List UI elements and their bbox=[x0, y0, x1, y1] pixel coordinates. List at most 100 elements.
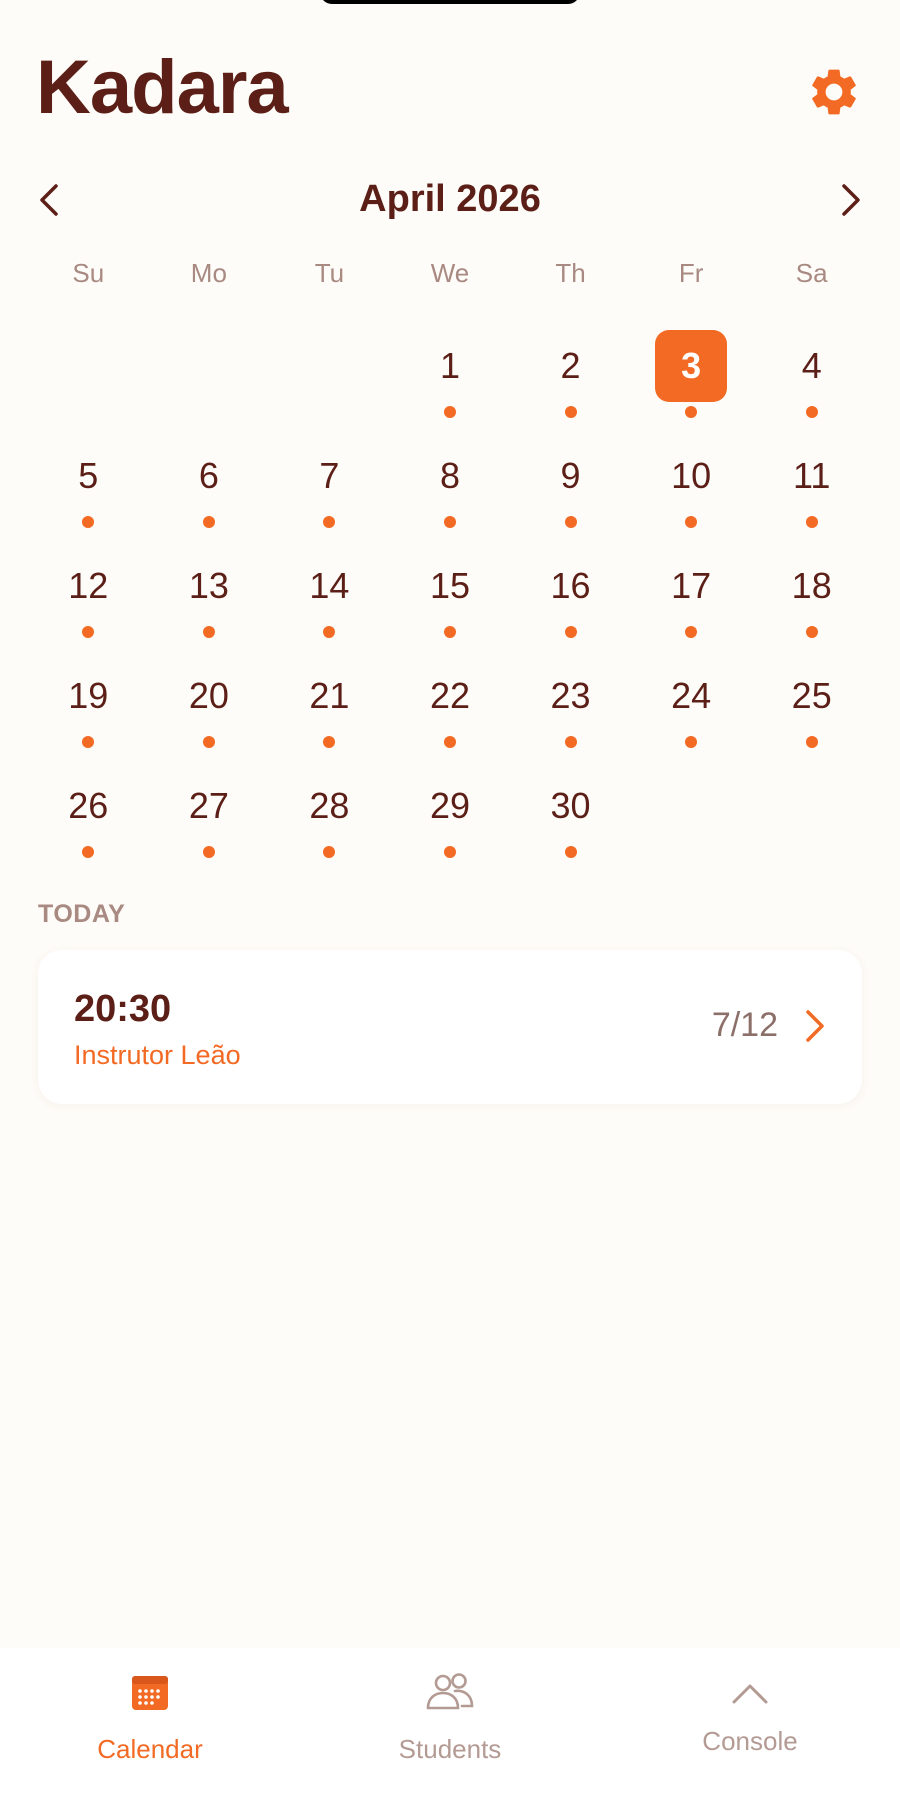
tab-label: Students bbox=[398, 1734, 502, 1764]
day-cell[interactable]: 14 bbox=[269, 540, 390, 650]
day-number: 16 bbox=[550, 565, 591, 606]
event-indicator-dot bbox=[685, 516, 698, 528]
day-cell[interactable]: 20 bbox=[149, 650, 270, 760]
weekday-label: We bbox=[430, 258, 470, 288]
day-number: 4 bbox=[801, 345, 822, 386]
empty-day-cell bbox=[149, 320, 270, 430]
event-indicator-dot bbox=[323, 846, 336, 858]
event-indicator-dot bbox=[323, 516, 336, 528]
day-cell[interactable]: 18 bbox=[751, 540, 872, 650]
tab-calendar[interactable]: Calendar bbox=[0, 1648, 300, 1798]
day-cell[interactable]: 8 bbox=[390, 430, 511, 540]
chevron-right-icon bbox=[806, 1010, 824, 1042]
event-indicator-dot bbox=[323, 626, 336, 638]
day-number: 10 bbox=[671, 455, 712, 496]
day-number: 13 bbox=[188, 565, 229, 606]
day-number: 17 bbox=[671, 565, 712, 606]
event-indicator-dot bbox=[443, 406, 456, 418]
event-indicator-dot bbox=[82, 846, 95, 858]
event-indicator-dot bbox=[202, 736, 215, 748]
event-indicator-dot bbox=[82, 736, 95, 748]
class-card[interactable]: 20:30 Instrutor Leão 7/12 bbox=[38, 950, 862, 1104]
day-cell[interactable]: 12 bbox=[28, 540, 149, 650]
day-number: 27 bbox=[188, 785, 229, 826]
day-cell[interactable]: 11 bbox=[751, 430, 872, 540]
day-number: 24 bbox=[671, 675, 712, 716]
weekday-label: Sa bbox=[795, 258, 828, 288]
event-indicator-dot bbox=[443, 846, 456, 858]
day-number: 5 bbox=[78, 455, 99, 496]
settings-button[interactable] bbox=[806, 64, 862, 120]
event-indicator-dot bbox=[564, 626, 577, 638]
weekday-label: Fr bbox=[678, 258, 704, 288]
day-number: 29 bbox=[429, 785, 470, 826]
day-cell[interactable]: 27 bbox=[149, 760, 270, 870]
day-number: 11 bbox=[793, 455, 831, 496]
event-indicator-dot bbox=[805, 516, 818, 528]
day-cell[interactable]: 2 bbox=[510, 320, 631, 430]
event-indicator-dot bbox=[685, 406, 698, 418]
class-time: 20:30 bbox=[74, 988, 172, 1030]
day-number: 23 bbox=[550, 675, 591, 716]
day-cell[interactable]: 15 bbox=[390, 540, 511, 650]
class-attendance-count: 7/12 bbox=[711, 1006, 778, 1044]
day-number: 22 bbox=[429, 675, 470, 716]
day-number: 8 bbox=[439, 455, 460, 496]
empty-day-cell bbox=[28, 320, 149, 430]
event-indicator-dot bbox=[323, 736, 336, 748]
day-cell[interactable]: 10 bbox=[631, 430, 752, 540]
day-cell[interactable]: 24 bbox=[631, 650, 752, 760]
day-number: 9 bbox=[560, 455, 581, 496]
today-section-label: TODAY bbox=[38, 900, 126, 928]
event-indicator-dot bbox=[805, 736, 818, 748]
day-number: 6 bbox=[198, 455, 219, 496]
event-indicator-dot bbox=[443, 626, 456, 638]
event-indicator-dot bbox=[202, 516, 215, 528]
event-indicator-dot bbox=[564, 846, 577, 858]
day-number: 3 bbox=[655, 330, 728, 402]
day-number: 28 bbox=[309, 785, 350, 826]
weekday-label: Th bbox=[555, 258, 586, 288]
day-number: 14 bbox=[309, 565, 350, 606]
event-indicator-dot bbox=[564, 406, 577, 418]
day-cell[interactable]: 26 bbox=[28, 760, 149, 870]
day-cell[interactable]: 19 bbox=[28, 650, 149, 760]
day-number: 26 bbox=[68, 785, 109, 826]
event-indicator-dot bbox=[82, 516, 95, 528]
day-cell[interactable]: 7 bbox=[269, 430, 390, 540]
event-indicator-dot bbox=[443, 516, 456, 528]
day-cell[interactable]: 6 bbox=[149, 430, 270, 540]
tab-console[interactable]: Console bbox=[600, 1648, 900, 1798]
day-number: 25 bbox=[791, 675, 832, 716]
day-number: 19 bbox=[68, 675, 109, 716]
weekday-header: Su Mo Tu We Th Fr Sa bbox=[28, 258, 872, 289]
next-month-button[interactable] bbox=[830, 180, 870, 220]
selected-day-cell[interactable]: 3 bbox=[631, 320, 752, 430]
day-cell[interactable]: 17 bbox=[631, 540, 752, 650]
tab-bar: Calendar Students Console bbox=[0, 1648, 900, 1798]
day-cell[interactable]: 9 bbox=[510, 430, 631, 540]
day-cell[interactable]: 28 bbox=[269, 760, 390, 870]
event-indicator-dot bbox=[805, 626, 818, 638]
event-indicator-dot bbox=[685, 736, 698, 748]
day-number: 1 bbox=[439, 345, 460, 386]
day-cell[interactable]: 30 bbox=[510, 760, 631, 870]
day-cell[interactable]: 13 bbox=[149, 540, 270, 650]
day-number: 12 bbox=[68, 565, 109, 606]
day-cell[interactable]: 4 bbox=[751, 320, 872, 430]
class-instructor: Instrutor Leão bbox=[74, 1040, 241, 1070]
day-cell[interactable]: 5 bbox=[28, 430, 149, 540]
day-cell[interactable]: 25 bbox=[751, 650, 872, 760]
event-indicator-dot bbox=[202, 626, 215, 638]
event-indicator-dot bbox=[564, 516, 577, 528]
day-cell[interactable]: 23 bbox=[510, 650, 631, 760]
day-cell[interactable]: 16 bbox=[510, 540, 631, 650]
tab-students[interactable]: Students bbox=[300, 1648, 600, 1798]
day-cell[interactable]: 21 bbox=[269, 650, 390, 760]
day-cell[interactable]: 22 bbox=[390, 650, 511, 760]
weekday-label: Su bbox=[72, 258, 105, 288]
day-cell[interactable]: 1 bbox=[390, 320, 511, 430]
empty-day-cell bbox=[269, 320, 390, 430]
day-cell[interactable]: 29 bbox=[390, 760, 511, 870]
day-number: 7 bbox=[319, 455, 340, 496]
